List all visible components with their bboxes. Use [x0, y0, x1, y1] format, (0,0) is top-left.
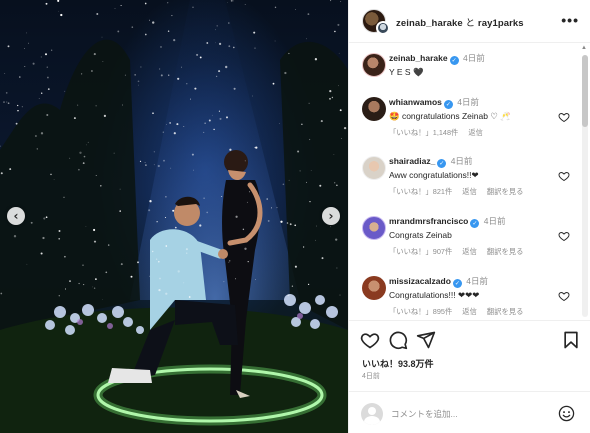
comment-likes[interactable]: 「いいね！」1,148件 [389, 128, 458, 137]
comment-likes[interactable]: 「いいね！」821件 [389, 187, 452, 196]
post-photo[interactable]: ‹ › [0, 0, 348, 433]
likes-count[interactable]: いいね！93.8万件 [362, 357, 434, 370]
add-comment-bar [349, 391, 590, 433]
translate-button[interactable]: 翻訳を見る [487, 307, 523, 316]
post-actions: いいね！93.8万件 4日前 [349, 320, 590, 433]
authors-conjunction: と [465, 18, 476, 29]
heart-icon[interactable] [558, 170, 570, 182]
verified-badge-icon: ✓ [443, 100, 453, 109]
comments-list[interactable]: zeinab_harake ✓ 4日前 Y E S 🖤 whianwamos ✓ 4… [349, 43, 590, 320]
comment-username[interactable]: missizacalzado [389, 276, 451, 286]
comments-scrollbar[interactable] [582, 55, 588, 317]
heart-icon[interactable] [360, 330, 380, 350]
comment-icon[interactable] [388, 330, 408, 350]
reply-button[interactable]: 返信 [468, 128, 483, 137]
scroll-up-arrow-icon[interactable]: ▲ [581, 45, 587, 51]
verified-badge-icon: ✓ [470, 219, 480, 228]
comment-time[interactable]: 4日前 [451, 156, 473, 166]
heart-icon[interactable] [558, 230, 570, 242]
comment-text: Congrats Zeinab [389, 230, 452, 240]
comment-time[interactable]: 4日前 [484, 216, 506, 226]
reply-button[interactable]: 返信 [462, 187, 477, 196]
caption-time[interactable]: 4日前 [463, 53, 485, 63]
chevron-left-icon[interactable]: ‹ [7, 207, 25, 225]
post-time[interactable]: 4日前 [362, 371, 380, 381]
user-avatar [361, 403, 383, 425]
reply-button[interactable]: 返信 [462, 247, 477, 256]
heart-icon[interactable] [558, 111, 570, 123]
reply-button[interactable]: 返信 [462, 307, 477, 316]
comment-text: 🤩 congratulations Zeinab ♡ 🥂 [389, 111, 511, 121]
verified-badge-icon: ✓ [452, 279, 462, 288]
comment-likes[interactable]: 「いいね！」907件 [389, 247, 452, 256]
translate-button[interactable]: 翻訳を見る [487, 247, 523, 256]
caption-avatar[interactable] [362, 53, 386, 77]
post-authors: zeinab_harake と ray1parks [396, 15, 524, 29]
collaborator-username[interactable]: ray1parks [478, 18, 524, 29]
comment-time[interactable]: 4日前 [466, 276, 488, 286]
comment-time[interactable]: 4日前 [457, 97, 479, 107]
proposal-photo-scene [0, 0, 348, 433]
scrollbar-thumb[interactable] [582, 55, 588, 127]
comment-username[interactable]: shairadiaz_ [389, 156, 435, 166]
author-username[interactable]: zeinab_harake [396, 18, 463, 29]
comment-username[interactable]: mrandmrsfrancisco [389, 216, 468, 226]
verified-badge-icon: ✓ [437, 159, 447, 168]
collaborator-avatar[interactable] [376, 21, 390, 35]
verified-badge-icon: ✓ [449, 56, 459, 65]
bookmark-icon[interactable] [561, 330, 581, 350]
commenter-avatar[interactable] [362, 276, 386, 300]
comment-username[interactable]: whianwamos [389, 97, 442, 107]
more-options-icon[interactable]: ••• [561, 12, 579, 28]
chevron-right-icon[interactable]: › [322, 207, 340, 225]
comment-likes[interactable]: 「いいね！」895件 [389, 307, 452, 316]
comment-input[interactable] [391, 404, 551, 424]
commenter-avatar[interactable] [362, 156, 386, 180]
comment-text: Aww congratulations!!❤ [389, 170, 479, 180]
commenter-avatar[interactable] [362, 216, 386, 240]
translate-button[interactable]: 翻訳を見る [487, 187, 523, 196]
post-header: zeinab_harake と ray1parks ••• [349, 0, 590, 43]
caption-text: Y E S 🖤 [389, 67, 424, 77]
paper-plane-icon[interactable] [416, 330, 436, 350]
caption-username[interactable]: zeinab_harake [389, 53, 448, 63]
post-side-panel: zeinab_harake と ray1parks ••• zeinab_har… [348, 0, 590, 433]
comment-text: Congratulations!!! ❤❤❤ [389, 290, 480, 300]
commenter-avatar[interactable] [362, 97, 386, 121]
smiley-icon[interactable] [558, 405, 575, 422]
heart-icon[interactable] [558, 290, 570, 302]
